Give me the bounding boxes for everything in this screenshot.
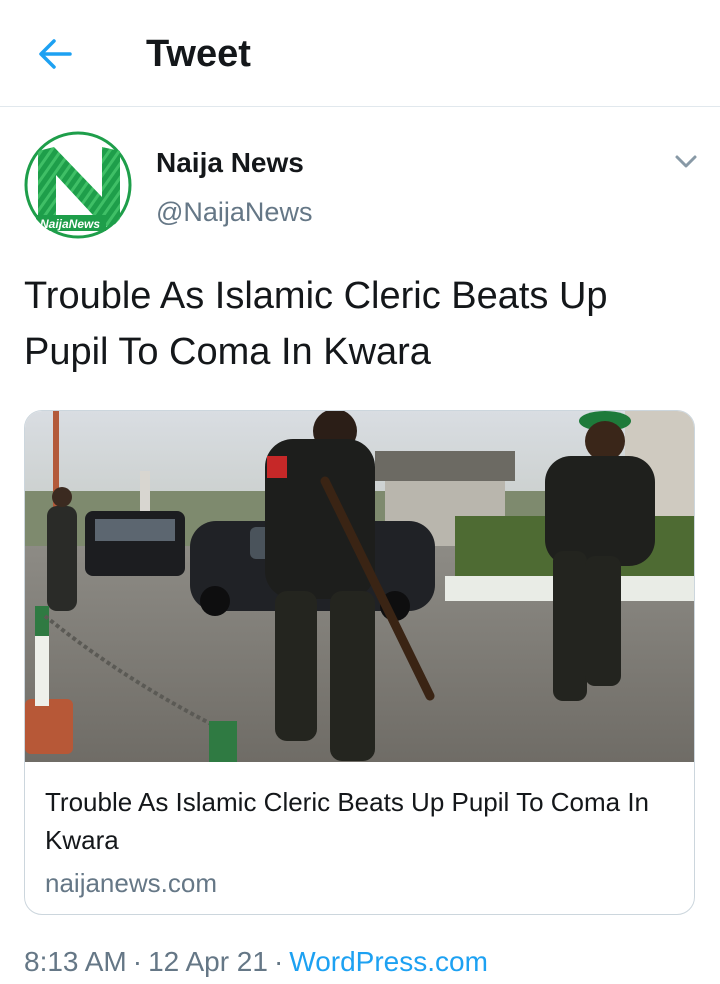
chevron-down-icon[interactable]: [670, 148, 702, 176]
link-card[interactable]: Trouble As Islamic Cleric Beats Up Pupil…: [24, 410, 695, 915]
card-photo-police-officers: [25, 411, 694, 762]
page-title: Tweet: [146, 33, 251, 75]
tweet-text: Trouble As Islamic Cleric Beats Up Pupil…: [24, 275, 608, 373]
separator-dot: ·: [273, 946, 284, 977]
top-bar: Tweet: [0, 0, 720, 107]
back-arrow-icon[interactable]: [30, 30, 82, 78]
card-domain: naijanews.com: [45, 868, 217, 898]
author-name[interactable]: Naija News: [156, 146, 304, 180]
author-handle[interactable]: @NaijaNews: [156, 195, 312, 229]
separator-dot: ·: [132, 946, 143, 977]
tweet-metadata: 8:13 AM · 12 Apr 21 · WordPress.com: [24, 944, 488, 980]
tweet-date: 12 Apr 21: [148, 946, 268, 977]
tweet-source-link[interactable]: WordPress.com: [289, 946, 488, 977]
card-title: Trouble As Islamic Cleric Beats Up Pupil…: [45, 787, 650, 855]
author-avatar[interactable]: NaijaNews: [24, 131, 132, 239]
svg-text:NaijaNews: NaijaNews: [40, 217, 100, 231]
tweet-time: 8:13 AM: [24, 946, 127, 977]
naija-news-logo-icon: NaijaNews: [24, 131, 132, 239]
